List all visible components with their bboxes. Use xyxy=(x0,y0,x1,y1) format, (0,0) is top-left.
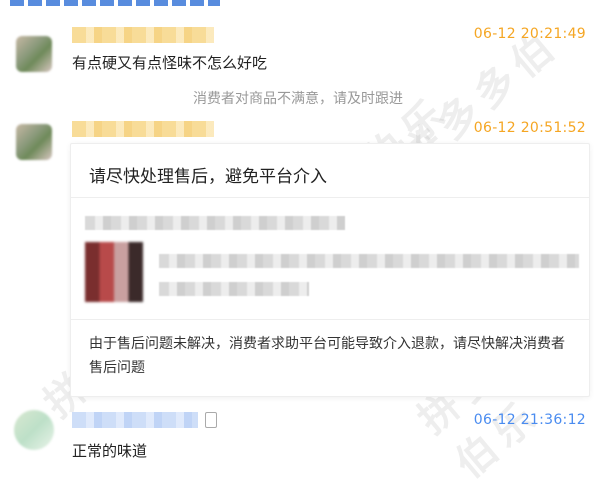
divider xyxy=(71,197,589,198)
sender-name-redacted xyxy=(72,412,198,428)
avatar[interactable] xyxy=(16,124,52,160)
mobile-device-icon xyxy=(205,412,217,428)
message-text: 有点硬又有点怪味不怎么好吃 xyxy=(72,54,268,72)
message-timestamp: 06-12 20:21:49 xyxy=(473,26,586,42)
sender-name-redacted xyxy=(72,121,214,137)
card-title: 请尽快处理售后，避免平台介入 xyxy=(89,167,327,187)
avatar[interactable] xyxy=(14,410,54,450)
card-body-text: 由于售后问题未解决，消费者求助平台可能导致介入退款，请尽快解决消费者售后问题 xyxy=(89,336,565,376)
order-info-redacted xyxy=(85,216,345,230)
message-text: 正常的味道 xyxy=(72,442,148,460)
sender-name-redacted xyxy=(72,27,214,43)
after-sale-notice-card[interactable]: 请尽快处理售后，避免平台介入 由于售后问题未解决，消费者求助平台可能导致介入退款… xyxy=(70,143,590,397)
previous-message-fragment xyxy=(10,0,220,6)
message-timestamp: 06-12 20:51:52 xyxy=(473,120,586,136)
divider xyxy=(71,319,589,320)
message-timestamp: 06-12 21:36:12 xyxy=(473,412,586,428)
product-thumbnail[interactable] xyxy=(85,242,143,302)
product-detail-redacted xyxy=(159,282,309,296)
product-title-redacted xyxy=(159,254,579,268)
avatar[interactable] xyxy=(16,36,52,72)
system-notice: 消费者对商品不满意，请及时跟进 xyxy=(193,91,403,107)
